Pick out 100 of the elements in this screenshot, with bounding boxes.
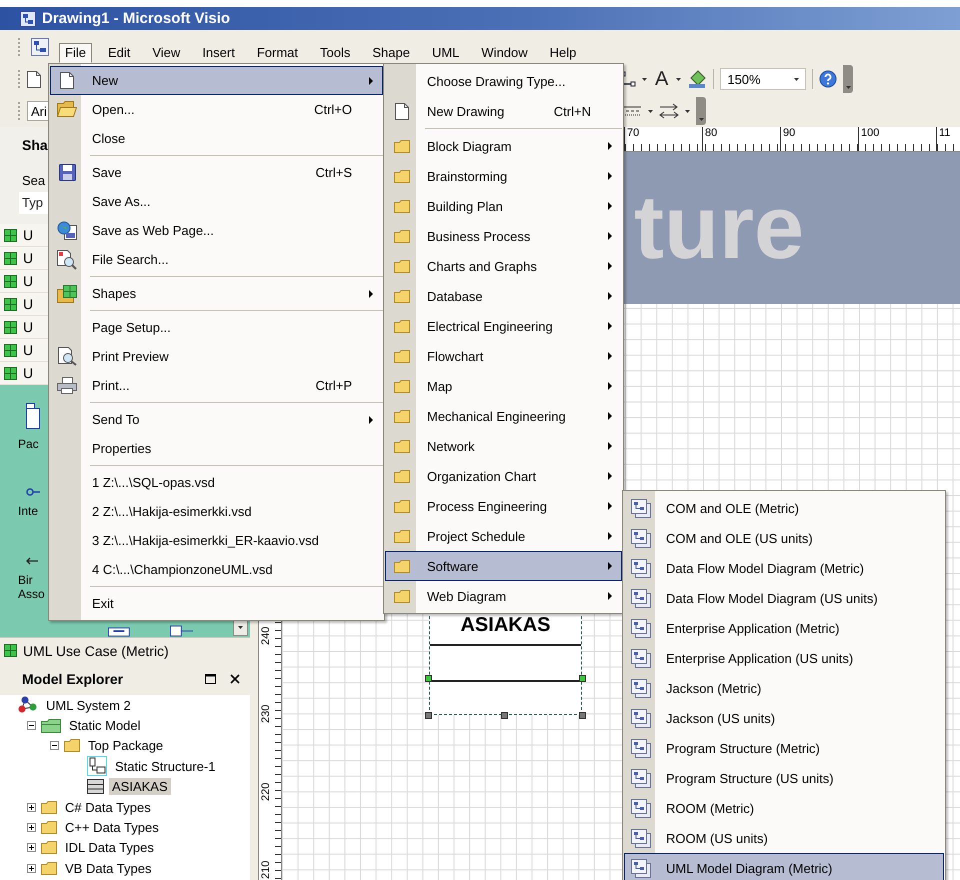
menu-item[interactable]: Data Flow Model Diagram (Metric) xyxy=(624,553,944,583)
menu-bar-item[interactable]: Tools xyxy=(314,43,356,63)
menu-item[interactable]: Process Engineering xyxy=(385,491,622,521)
menu-item[interactable]: Enterprise Application (Metric) xyxy=(624,613,944,643)
font-color-button[interactable]: A xyxy=(653,68,670,90)
expand-toggle[interactable] xyxy=(27,802,36,812)
zoom-field[interactable]: 150% xyxy=(720,68,806,90)
menu-item[interactable]: UML Model Diagram (Metric) xyxy=(624,853,944,880)
dropdown-arrow-icon[interactable] xyxy=(676,78,682,80)
menu-item[interactable]: Block Diagram xyxy=(385,131,622,161)
folder-icon xyxy=(394,290,410,302)
menu-item[interactable]: Organization Chart xyxy=(385,461,622,491)
menu-bar-item[interactable]: UML xyxy=(426,43,466,63)
menu-item[interactable]: Mechanical Engineering xyxy=(385,401,622,431)
menu-item[interactable]: COM and OLE (US units) xyxy=(624,523,944,553)
menu-item[interactable]: Program Structure (Metric) xyxy=(624,733,944,763)
document-icon[interactable] xyxy=(31,38,49,56)
menu-item[interactable]: Save As... xyxy=(50,187,383,216)
selection-handle[interactable] xyxy=(425,712,432,719)
menu-item[interactable]: Data Flow Model Diagram (US units) xyxy=(624,583,944,613)
menu-bar-item[interactable]: Insert xyxy=(196,43,241,63)
menu-bar-item[interactable]: Window xyxy=(475,43,534,63)
tree-item[interactable]: VB Data Types xyxy=(62,860,154,877)
menu-item[interactable]: Business Process xyxy=(385,221,622,251)
file-search-icon xyxy=(57,250,77,270)
menu-bar-item[interactable]: Edit xyxy=(102,43,136,63)
menu-item[interactable]: Software xyxy=(385,551,622,581)
expand-toggle[interactable] xyxy=(50,741,59,750)
tree-item[interactable]: C++ Data Types xyxy=(62,819,162,836)
menu-item[interactable]: Choose Drawing Type... xyxy=(385,66,622,96)
menu-bar-item[interactable]: Shape xyxy=(366,43,416,63)
tree-item[interactable]: Static Structure-1 xyxy=(112,758,218,775)
expand-toggle[interactable] xyxy=(27,864,36,873)
folder-icon xyxy=(394,470,410,482)
menu-item[interactable]: Map xyxy=(385,371,622,401)
menu-item[interactable]: Project Schedule xyxy=(385,521,622,551)
menu-item[interactable]: New xyxy=(50,66,383,95)
help-icon[interactable] xyxy=(819,70,838,88)
menu-item[interactable]: ROOM (Metric) xyxy=(624,793,944,823)
selection-handle[interactable] xyxy=(425,675,432,682)
submenu-arrow-icon xyxy=(369,416,373,424)
menu-item[interactable]: Close xyxy=(50,124,383,153)
menu-item[interactable]: Shapes xyxy=(50,279,383,308)
menu-item[interactable]: Charts and Graphs xyxy=(385,251,622,281)
menu-item[interactable]: Enterprise Application (US units) xyxy=(624,643,944,673)
toolbar-options-icon[interactable] xyxy=(843,65,854,93)
dropdown-arrow-icon[interactable] xyxy=(794,78,800,80)
selection-handle[interactable] xyxy=(579,712,586,719)
gripper-icon[interactable] xyxy=(18,101,21,121)
stencil-tab[interactable]: UML Use Case (Metric) xyxy=(0,637,250,663)
menu-bar-item[interactable]: Help xyxy=(544,43,582,63)
menu-item[interactable]: COM and OLE (Metric) xyxy=(624,493,944,523)
menu-item[interactable]: Database xyxy=(385,281,622,311)
selection-handle[interactable] xyxy=(501,712,508,719)
fill-color-icon[interactable] xyxy=(687,70,708,88)
selection-handle[interactable] xyxy=(579,675,586,682)
dropdown-arrow-icon[interactable] xyxy=(685,110,690,112)
tree-item[interactable]: Static Model xyxy=(66,717,144,734)
close-icon[interactable] xyxy=(230,674,240,684)
tree-item[interactable]: UML System 2 xyxy=(43,696,134,714)
menu-item[interactable]: Electrical Engineering xyxy=(385,311,622,341)
ruler-label: 80 xyxy=(702,127,780,151)
menu-item[interactable]: Jackson (Metric) xyxy=(624,673,944,703)
expand-toggle[interactable] xyxy=(27,721,36,730)
tree-item[interactable]: ASIAKAS xyxy=(109,778,171,796)
gripper-icon[interactable] xyxy=(18,69,21,89)
tree-item[interactable]: Top Package xyxy=(85,737,166,754)
expand-toggle[interactable] xyxy=(27,843,36,852)
menu-item[interactable]: Network xyxy=(385,431,622,461)
page-icon xyxy=(27,70,41,88)
toolbar-options-icon[interactable] xyxy=(696,97,706,125)
menu-item[interactable]: Page Setup... xyxy=(50,313,383,342)
submenu-arrow-icon xyxy=(608,502,612,510)
submenu-arrow-icon xyxy=(608,412,612,420)
menu-item[interactable]: Brainstorming xyxy=(385,161,622,191)
menu-item[interactable]: Open... Ctrl+O xyxy=(50,95,383,124)
menu-bar-item[interactable]: Format xyxy=(250,43,304,63)
menu-item[interactable]: Save Ctrl+S xyxy=(50,158,383,187)
menu-item[interactable]: Program Structure (US units) xyxy=(624,763,944,793)
menu-item[interactable]: Save as Web Page... xyxy=(50,216,383,245)
expand-toggle[interactable] xyxy=(27,823,36,832)
menu-item[interactable]: ROOM (US units) xyxy=(624,823,944,853)
folder-icon xyxy=(394,500,410,512)
menu-bar-item[interactable]: File xyxy=(59,43,92,63)
menu-item[interactable]: New Drawing Ctrl+N xyxy=(385,96,622,126)
menu-item[interactable]: Print Preview xyxy=(50,342,383,371)
menu-item[interactable]: Jackson (US units) xyxy=(624,703,944,733)
gripper-icon[interactable] xyxy=(18,36,21,56)
template-icon xyxy=(631,798,651,818)
tree-item[interactable]: C# Data Types xyxy=(62,798,154,816)
dropdown-arrow-icon[interactable] xyxy=(238,626,244,628)
line-ends-icon[interactable] xyxy=(659,103,679,119)
menu-item[interactable]: Flowchart xyxy=(385,341,622,371)
menu-bar-item[interactable]: View xyxy=(146,43,186,63)
dropdown-arrow-icon[interactable] xyxy=(642,78,647,80)
tree-item[interactable]: IDL Data Types xyxy=(62,839,157,856)
dropdown-arrow-icon[interactable] xyxy=(648,110,653,112)
menu-item[interactable]: File Search... xyxy=(50,245,383,274)
window-icon[interactable] xyxy=(205,674,216,684)
menu-item[interactable]: Building Plan xyxy=(385,191,622,221)
